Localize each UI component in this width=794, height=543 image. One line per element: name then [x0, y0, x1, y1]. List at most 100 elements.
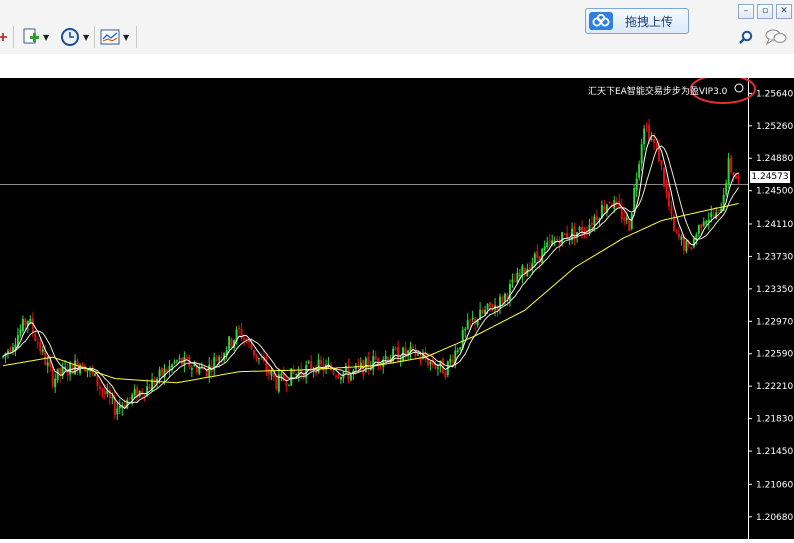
candle-body — [295, 374, 298, 376]
candle-body — [374, 356, 377, 360]
close-button[interactable]: ✕ — [776, 4, 792, 19]
candle-body — [546, 242, 549, 248]
price-chart[interactable]: 1.25640 1.25260 1.24880 1.24500 1.24110 1.237… — [0, 74, 794, 539]
smiley-icon — [734, 83, 744, 93]
candle-body — [265, 362, 268, 371]
chevron-down-icon[interactable]: ▼ — [43, 33, 49, 42]
chevron-down-icon[interactable]: ▼ — [83, 33, 89, 42]
candle-body — [633, 188, 636, 213]
candle-body — [501, 296, 504, 303]
candle-body — [710, 212, 713, 218]
candle-body — [593, 216, 596, 226]
candle-body — [175, 360, 178, 362]
search-button[interactable] — [739, 25, 753, 49]
candle-body — [218, 357, 221, 361]
candle-body — [6, 350, 9, 353]
clock-icon — [61, 28, 79, 46]
candle-body — [630, 213, 633, 229]
candle-body — [56, 368, 59, 380]
restore-button[interactable]: ▫ — [757, 4, 773, 19]
price-tick-label: 1.20680 — [756, 513, 793, 523]
candle-body — [148, 386, 151, 390]
candle-body — [543, 246, 546, 251]
price-tick-label: 1.24110 — [756, 220, 793, 230]
candle-body — [456, 350, 459, 352]
candle-body — [310, 361, 313, 370]
candle-body — [252, 349, 255, 356]
new-chart-button[interactable]: ▼ — [22, 25, 49, 49]
candle-body — [267, 368, 270, 374]
candle-body — [394, 347, 397, 350]
candle-body — [548, 240, 551, 243]
candle-body — [590, 222, 593, 225]
candle-body — [638, 164, 641, 178]
candle-body — [635, 178, 638, 191]
candle-body — [250, 344, 253, 350]
candle-body — [533, 253, 536, 263]
price-tick-label: 1.25640 — [756, 89, 793, 99]
candle-body — [518, 274, 521, 276]
candle-body — [677, 233, 680, 238]
chevron-down-icon[interactable]: ▼ — [123, 33, 129, 42]
candle-body — [685, 241, 688, 252]
candle-body — [257, 358, 260, 360]
candle-body — [516, 272, 519, 283]
candle-body — [230, 338, 233, 346]
candle-body — [449, 358, 452, 363]
candle-body — [260, 358, 263, 360]
upload-button[interactable]: 拖拽上传 — [585, 8, 689, 34]
minimize-button[interactable]: – — [738, 4, 754, 19]
candle-body — [436, 367, 439, 369]
candle-body — [702, 221, 705, 226]
candle-body — [471, 317, 474, 320]
candle-body — [280, 373, 283, 376]
candle-body — [496, 305, 499, 311]
candle-body — [712, 214, 715, 217]
candle-body — [489, 302, 492, 308]
candle-body — [248, 340, 251, 343]
candle-body — [290, 368, 293, 386]
candle-body — [86, 369, 89, 372]
candle-body — [173, 361, 176, 363]
candle-body — [21, 318, 24, 332]
candle-body — [208, 364, 211, 377]
candle-body — [623, 217, 626, 222]
candle-body — [640, 144, 643, 164]
candle-body — [41, 349, 44, 352]
candle-body — [670, 206, 673, 214]
candle-body — [51, 366, 54, 386]
candle-body — [675, 230, 678, 232]
candle-body — [737, 177, 740, 180]
price-tick-label: 1.24500 — [756, 187, 793, 197]
candle-body — [24, 318, 27, 326]
candle-body — [511, 279, 514, 283]
chart-window-header — [0, 54, 794, 79]
candle-body — [320, 360, 323, 365]
clock-button[interactable]: ▼ — [60, 25, 89, 49]
price-tick-label: 1.22590 — [756, 350, 793, 360]
candle-body — [178, 358, 181, 360]
candle-body — [307, 361, 310, 363]
candle-body — [98, 386, 101, 389]
candle-body — [96, 375, 99, 387]
candle-body — [645, 126, 648, 128]
candle-body — [133, 388, 136, 396]
candle-body — [697, 225, 700, 235]
chat-button[interactable] — [764, 25, 788, 49]
cloud-upload-icon — [589, 12, 613, 30]
candle-body — [46, 362, 49, 366]
template-icon — [100, 29, 120, 45]
price-tick-label: 1.22210 — [756, 382, 793, 392]
crosshair-button[interactable] — [0, 25, 8, 49]
candle-body — [190, 367, 193, 370]
candle-body — [238, 327, 241, 329]
price-tick-label: 1.21060 — [756, 480, 793, 490]
toolbar-separator — [136, 26, 137, 48]
candle-body — [595, 216, 598, 220]
candle-body — [9, 350, 12, 353]
candle-body — [128, 397, 131, 399]
template-button[interactable]: ▼ — [100, 25, 129, 49]
candle-body — [459, 347, 462, 350]
candle-body — [412, 345, 415, 347]
candle-body — [650, 138, 653, 140]
